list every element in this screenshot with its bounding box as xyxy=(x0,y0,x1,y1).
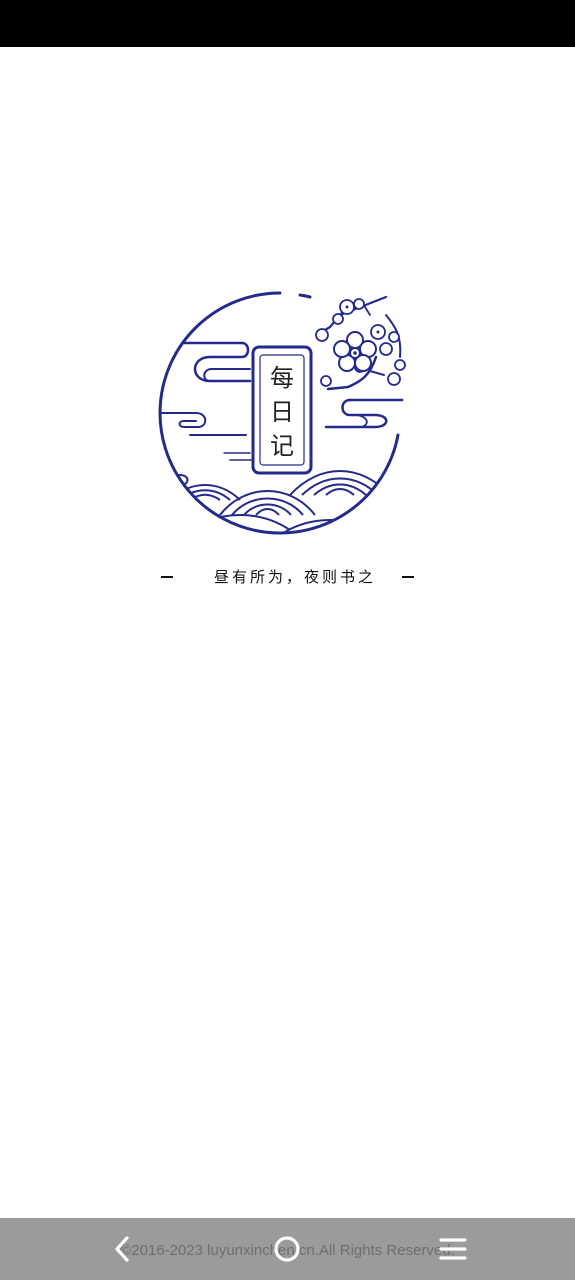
chevron-left-icon xyxy=(115,1236,129,1262)
app-logo: 每 日 记 xyxy=(158,291,406,535)
system-nav-bar: ©2016-2023 luyunxinchen.cn.All Rights Re… xyxy=(0,1218,575,1280)
svg-text:记: 记 xyxy=(270,432,294,460)
slogan-text: 昼有所为，夜则书之 xyxy=(213,568,376,586)
slogan-dash-right xyxy=(402,576,414,578)
hamburger-menu-icon xyxy=(439,1238,467,1260)
back-button[interactable] xyxy=(104,1231,140,1267)
svg-text:日: 日 xyxy=(270,398,294,426)
slogan-dash-left xyxy=(161,576,173,578)
menu-button[interactable] xyxy=(435,1231,471,1267)
svg-text:每: 每 xyxy=(270,364,294,392)
home-button[interactable] xyxy=(269,1231,305,1267)
slogan-row: 昼有所为，夜则书之 xyxy=(150,562,425,592)
circle-home-icon xyxy=(274,1236,300,1262)
status-bar xyxy=(0,0,575,47)
